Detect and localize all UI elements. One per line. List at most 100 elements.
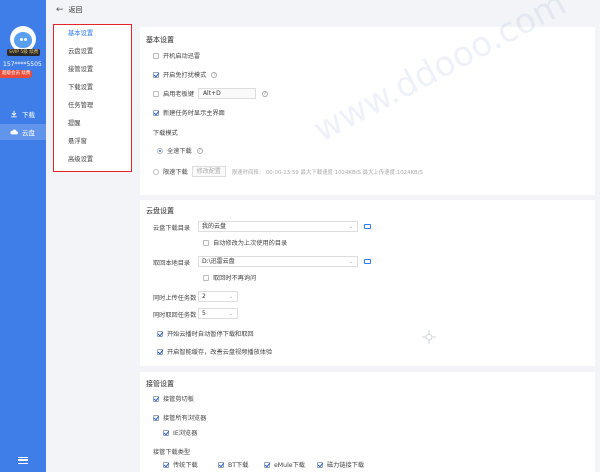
category-basic[interactable]: 基本设置 [54,25,131,43]
type-option[interactable]: 传统下载 [163,460,198,469]
category-advanced[interactable]: 高级设置 [54,151,131,169]
nav-item-cloud[interactable]: 云盘 [0,124,46,140]
modify-config-button[interactable]: 修改配置 [191,166,226,177]
checkbox[interactable] [317,461,323,468]
avatar-face-icon [14,32,32,48]
checkbox[interactable] [153,71,159,78]
category-download[interactable]: 下载设置 [54,79,131,97]
option-label: 自动修改为上次使用的目录 [213,240,288,247]
select-value: D:\迅雷云盘 [202,258,235,265]
checkbox[interactable] [203,274,209,281]
upload-count-select[interactable]: 2 ⌄ [198,291,238,302]
chevron-down-icon: ⌄ [348,259,353,265]
section-title: 云盘设置 [146,207,174,215]
checkbox[interactable] [157,330,163,337]
boss-key-input[interactable]: Alt+D [197,88,256,99]
crosshair-icon [422,330,436,344]
cloud-settings-card: 云盘设置 云盘下载目录 我的云盘 ⌄ 自动修改为上次使用的目录 取回本地目录 D… [140,200,595,366]
show-main-option[interactable]: 新建任务时显示主界面 [153,108,225,117]
category-remind[interactable]: 提醒 [54,115,131,133]
download-mode-label: 下载模式 [153,130,178,137]
smart-cache-option[interactable]: 开启智能缓存，改善云盘视频播放体验 [157,347,272,356]
folder-icon[interactable] [364,259,371,264]
upload-count-label: 同时上传任务数 [153,295,197,302]
option-label: 启用老板键 [163,91,194,98]
fetch-dir-select[interactable]: D:\迅雷云盘 ⌄ [198,256,358,267]
checkbox[interactable] [153,395,159,402]
chevron-down-icon: ⌄ [348,224,353,230]
fetch-dir-label: 取回本地目录 [153,260,191,267]
free-mode-option[interactable]: 开启免打扰模式 ? [153,70,218,79]
folder-icon[interactable] [364,224,371,229]
option-label: 开启免打扰模式 [163,72,207,79]
limited-speed-option[interactable]: 限速下载 修改配置 限速时间段： 00:00-23:59 最大下载速度:1024… [153,166,423,177]
avatar-eye-icon [24,38,27,41]
types-label: 接管下载类型 [153,449,191,456]
option-label: eMule下载 [274,462,305,469]
vip-badge[interactable]: SVIP 5级 续费 [7,49,41,56]
option-label: 开机启动迅雷 [163,53,201,60]
type-option[interactable]: eMule下载 [264,460,305,469]
open-vip-badge[interactable]: 超级会员 续费 [0,70,33,78]
checkbox[interactable] [203,239,209,246]
help-icon[interactable]: ? [261,90,268,97]
auto-pause-option[interactable]: 开始云播时自动暂停下载和取回 [157,329,254,338]
app-sidebar: SVIP 5级 续费 157****5505 超级会员 续费 下载 云盘 [0,0,46,472]
cloud-dir-select[interactable]: 我的云盘 ⌄ [198,221,358,232]
option-label: BT下载 [228,462,249,469]
help-icon[interactable]: ? [211,71,218,78]
fetch-count-select[interactable]: 5 ⌄ [198,308,238,319]
category-cloud[interactable]: 云盘设置 [54,43,131,61]
type-option[interactable]: 磁力链接下载 [317,460,364,469]
section-title: 基本设置 [146,36,174,44]
user-phone: 157****5505 [3,61,42,68]
category-float[interactable]: 悬浮窗 [54,133,131,151]
option-label: 限速下载 [163,169,188,176]
option-label: 开启智能缓存，改善云盘视频播放体验 [167,349,273,356]
option-label: 新建任务时显示主界面 [163,110,225,117]
all-browsers-option[interactable]: 接管所有浏览器 [153,413,206,422]
category-task[interactable]: 任务管理 [54,97,131,115]
fetch-count-label: 同时取回任务数 [153,312,197,319]
checkbox[interactable] [153,414,159,421]
nav-item-label: 云盘 [22,129,35,137]
option-label: 接管剪切板 [163,396,194,403]
limit-info: 限速时间段： 00:00-23:59 最大下载速度:1024KB/S 最大上传速… [231,169,423,176]
option-label: 取回时不再询问 [213,275,257,282]
download-icon [11,110,17,118]
checkbox[interactable] [264,461,270,468]
select-value: 2 [202,293,206,300]
settings-content: 基本设置 开机启动迅雷 开启免打扰模式 ? 启用老板键 Alt+D ? 新建任务… [140,0,595,472]
select-value: 5 [202,310,206,317]
radio[interactable] [153,168,159,175]
radio[interactable] [157,147,163,154]
option-label: 开始云播时自动暂停下载和取回 [167,331,254,338]
help-icon[interactable]: ? [196,147,203,154]
boss-key-option[interactable]: 启用老板键 Alt+D ? [153,88,268,99]
settings-category-panel: 基本设置 云盘设置 接管设置 下载设置 任务管理 提醒 悬浮窗 高级设置 [53,24,132,172]
chevron-down-icon: ⌄ [228,294,233,300]
hamburger-icon[interactable] [18,457,28,464]
checkbox[interactable] [163,429,169,436]
back-arrow-icon[interactable]: ← [56,5,64,15]
clipboard-option[interactable]: 接管剪切板 [153,394,194,403]
back-label[interactable]: 返回 [69,5,83,15]
checkbox[interactable] [153,90,159,97]
auto-modify-option[interactable]: 自动修改为上次使用的目录 [203,238,287,247]
category-takeover[interactable]: 接管设置 [54,61,131,79]
autostart-option[interactable]: 开机启动迅雷 [153,51,200,60]
takeover-settings-card: 接管设置 接管剪切板 接管所有浏览器 IE浏览器 接管下载类型 传统下载 BT下… [140,372,595,472]
ie-option[interactable]: IE浏览器 [163,428,197,437]
checkbox[interactable] [153,109,159,116]
select-value: 我的云盘 [202,223,227,230]
checkbox[interactable] [153,52,159,59]
type-option[interactable]: BT下载 [218,460,248,469]
option-label: 接管所有浏览器 [163,415,207,422]
avatar-eye-icon [20,38,23,41]
no-ask-option[interactable]: 取回时不再询问 [203,273,256,282]
checkbox[interactable] [157,348,163,355]
checkbox[interactable] [163,461,169,468]
checkbox[interactable] [218,461,224,468]
full-speed-option[interactable]: 全速下载 ? [157,146,203,155]
nav-item-download[interactable]: 下载 [0,106,46,122]
